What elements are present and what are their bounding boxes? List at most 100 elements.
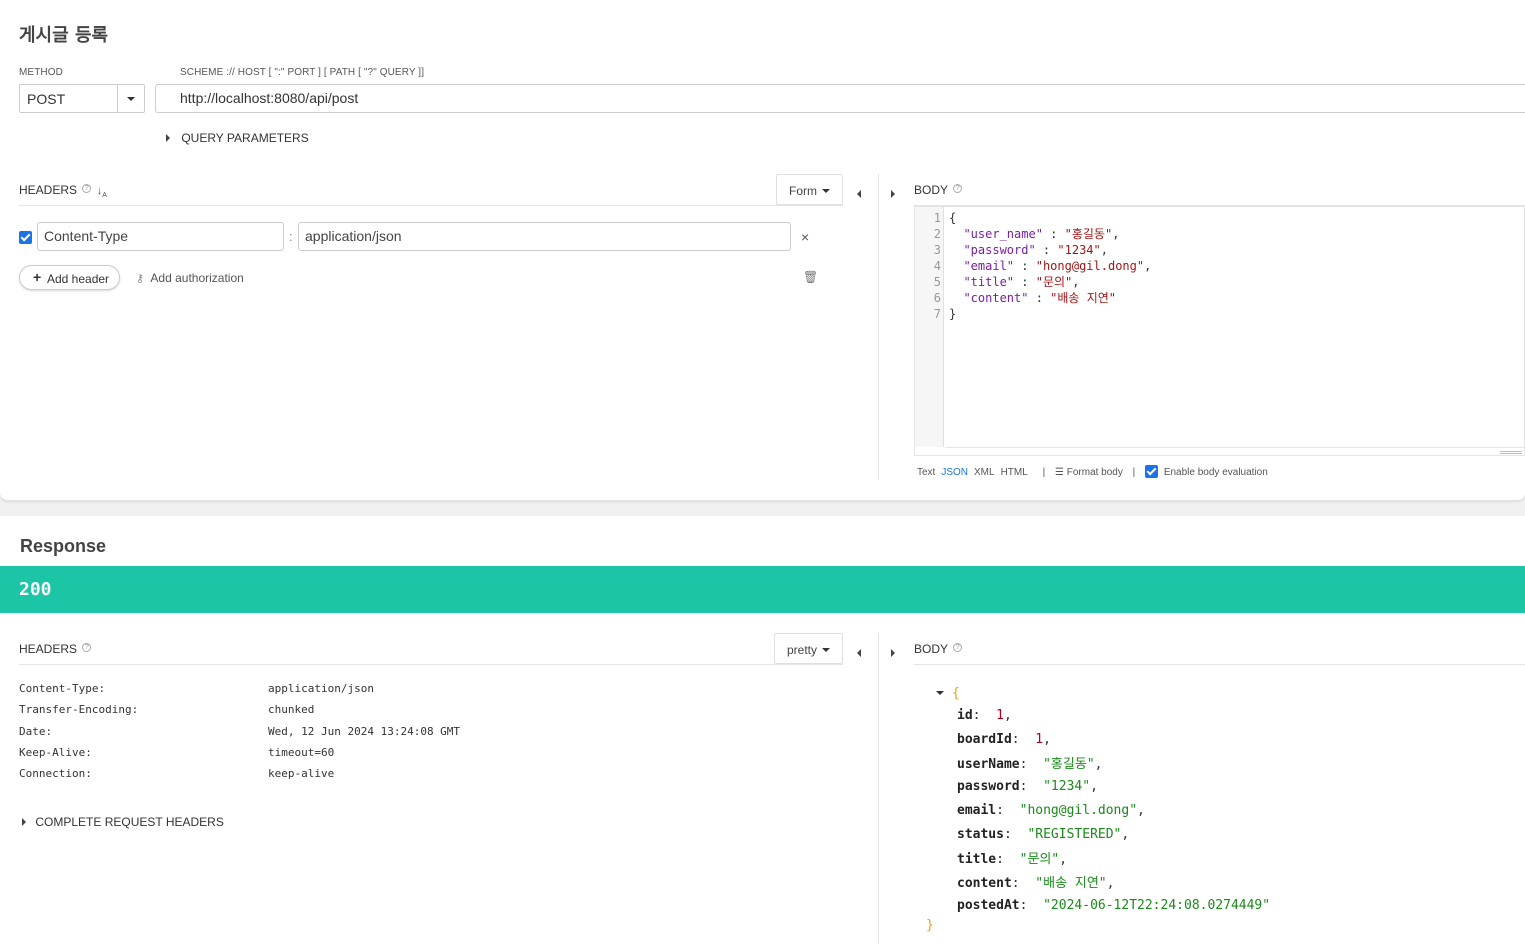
json-key: status bbox=[957, 826, 1004, 842]
plus-icon: + bbox=[33, 269, 42, 285]
code-line: 1{ bbox=[915, 210, 956, 226]
response-headers-text: HEADERS bbox=[19, 642, 78, 656]
remove-header-icon[interactable]: × bbox=[801, 229, 809, 245]
method-value: POST bbox=[27, 91, 66, 107]
json-open-brace: { bbox=[952, 686, 960, 701]
json-colon: : bbox=[996, 852, 1020, 868]
header-separator: : bbox=[289, 229, 293, 244]
json-comma: , bbox=[1094, 757, 1103, 773]
query-parameters-toggle[interactable]: QUERY PARAMETERS bbox=[166, 131, 309, 145]
line-content: "password" : "1234", bbox=[949, 243, 1108, 257]
response-headers-mode-dropdown[interactable]: pretty bbox=[774, 633, 843, 664]
json-value: "1234" bbox=[1057, 243, 1101, 257]
line-number: 3 bbox=[933, 243, 941, 257]
json-key: content bbox=[957, 875, 1012, 891]
sort-icon[interactable]: ↓A bbox=[97, 185, 107, 199]
status-bar: 200 bbox=[0, 566, 1525, 613]
url-input[interactable]: http://localhost:8080/api/post bbox=[155, 84, 1525, 113]
response-body-text: BODY bbox=[914, 642, 948, 656]
add-authorization-label: Add authorization bbox=[150, 271, 244, 285]
json-comma: , bbox=[1121, 826, 1130, 842]
chevron-right-icon bbox=[891, 649, 895, 657]
method-select[interactable]: POST bbox=[19, 84, 145, 113]
help-icon[interactable]: ? bbox=[953, 184, 963, 193]
json-key: "password" bbox=[963, 243, 1036, 257]
line-content: "title" : "문의", bbox=[949, 275, 1079, 289]
format-option-html[interactable]: HTML bbox=[1001, 467, 1028, 478]
json-key: "user_name" bbox=[963, 227, 1043, 241]
url-label: SCHEME :// HOST [ ":" PORT ] [ PATH [ "?… bbox=[180, 67, 425, 78]
json-punctuation: , bbox=[1112, 227, 1120, 241]
json-comma: , bbox=[1059, 852, 1068, 868]
chevron-down-icon bbox=[127, 97, 135, 101]
complete-request-headers-toggle[interactable]: COMPLETE REQUEST HEADERS bbox=[22, 815, 224, 829]
resize-handle[interactable] bbox=[1500, 451, 1522, 454]
response-panel: Response 200 HEADERS ? pretty Content-Ty… bbox=[0, 516, 1525, 944]
key-icon: ⚷ bbox=[136, 273, 145, 285]
chevron-right-icon bbox=[22, 818, 26, 826]
code-line: 7} bbox=[915, 306, 956, 322]
code-line: 2 "user_name" : "홍길동", bbox=[915, 226, 1120, 242]
json-value: "hong@gil.dong" bbox=[1019, 802, 1138, 818]
help-icon[interactable]: ? bbox=[82, 184, 92, 193]
method-dropdown-arrow[interactable] bbox=[117, 85, 144, 112]
format-body-button[interactable]: Format body bbox=[1067, 467, 1123, 478]
json-comma: , bbox=[1106, 875, 1115, 891]
response-headers-mode-label: pretty bbox=[787, 643, 818, 657]
chevron-down-icon bbox=[822, 648, 830, 652]
response-title: Response bbox=[20, 536, 107, 556]
json-comma: , bbox=[1043, 731, 1051, 747]
chevron-right-icon bbox=[891, 190, 895, 198]
response-header-key: Transfer-Encoding: bbox=[19, 703, 139, 717]
header-value-input[interactable]: application/json bbox=[298, 222, 791, 251]
collapse-right-button[interactable] bbox=[891, 644, 895, 662]
json-field: userName: "홍길동", bbox=[957, 753, 1102, 773]
json-value: "REGISTERED" bbox=[1027, 826, 1122, 842]
help-icon[interactable]: ? bbox=[953, 643, 963, 652]
json-colon: : bbox=[1011, 875, 1036, 891]
json-separator: : bbox=[1014, 259, 1036, 273]
line-number: 7 bbox=[933, 307, 941, 321]
method-label: METHOD bbox=[19, 67, 63, 78]
json-key: email bbox=[957, 802, 997, 818]
json-field: email: "hong@gil.dong", bbox=[957, 801, 1145, 819]
collapse-json-toggle[interactable] bbox=[936, 689, 944, 697]
json-value: "hong@gil.dong" bbox=[1035, 259, 1145, 273]
line-content: "user_name" : "홍길동", bbox=[949, 227, 1119, 241]
add-authorization-link[interactable]: ⚷ Add authorization bbox=[136, 271, 244, 285]
code-line: 3 "password" : "1234", bbox=[915, 242, 1108, 258]
json-separator: : bbox=[1035, 243, 1058, 257]
format-option-json[interactable]: JSON bbox=[941, 467, 968, 478]
response-header-value: keep-alive bbox=[268, 767, 335, 781]
headers-mode-dropdown[interactable]: Form bbox=[776, 174, 843, 205]
trash-icon[interactable]: 🗑 bbox=[803, 270, 818, 284]
format-separator: | bbox=[1132, 467, 1136, 478]
add-header-button[interactable]: + Add header bbox=[19, 265, 120, 290]
request-headers-label: HEADERS ? ↓A bbox=[19, 183, 107, 199]
help-icon[interactable]: ? bbox=[82, 643, 92, 652]
json-separator: : bbox=[1014, 275, 1036, 289]
json-field: postedAt: "2024-06-12T22:24:08.0274449" bbox=[957, 896, 1270, 914]
json-key: title bbox=[957, 852, 997, 868]
header-key-input[interactable]: Content-Type bbox=[37, 222, 284, 251]
json-value: "홍길동" bbox=[1064, 227, 1113, 241]
line-content: "content" : "배송 지연" bbox=[949, 291, 1116, 305]
line-content: "email" : "hong@gil.dong", bbox=[949, 259, 1151, 273]
format-option-xml[interactable]: XML bbox=[974, 467, 995, 478]
collapse-right-button[interactable] bbox=[891, 185, 895, 203]
header-enabled-checkbox[interactable] bbox=[19, 231, 32, 244]
request-body-editor[interactable]: 1{2 "user_name" : "홍길동", 3 "password" : "… bbox=[914, 206, 1525, 456]
format-option-text[interactable]: Text bbox=[917, 467, 935, 478]
json-colon: : bbox=[1019, 757, 1044, 773]
json-comma: , bbox=[1003, 708, 1012, 723]
collapse-left-button[interactable] bbox=[857, 644, 861, 662]
enable-body-evaluation-checkbox[interactable] bbox=[1145, 465, 1159, 478]
json-key: "content" bbox=[963, 291, 1029, 305]
response-header-value: chunked bbox=[268, 703, 315, 717]
response-header-key: Keep-Alive: bbox=[19, 745, 92, 759]
response-header-value: application/json bbox=[268, 682, 374, 695]
json-key: password bbox=[957, 779, 1020, 795]
chevron-left-icon bbox=[857, 190, 861, 198]
collapse-left-button[interactable] bbox=[857, 185, 861, 203]
json-key: "email" bbox=[963, 259, 1015, 273]
